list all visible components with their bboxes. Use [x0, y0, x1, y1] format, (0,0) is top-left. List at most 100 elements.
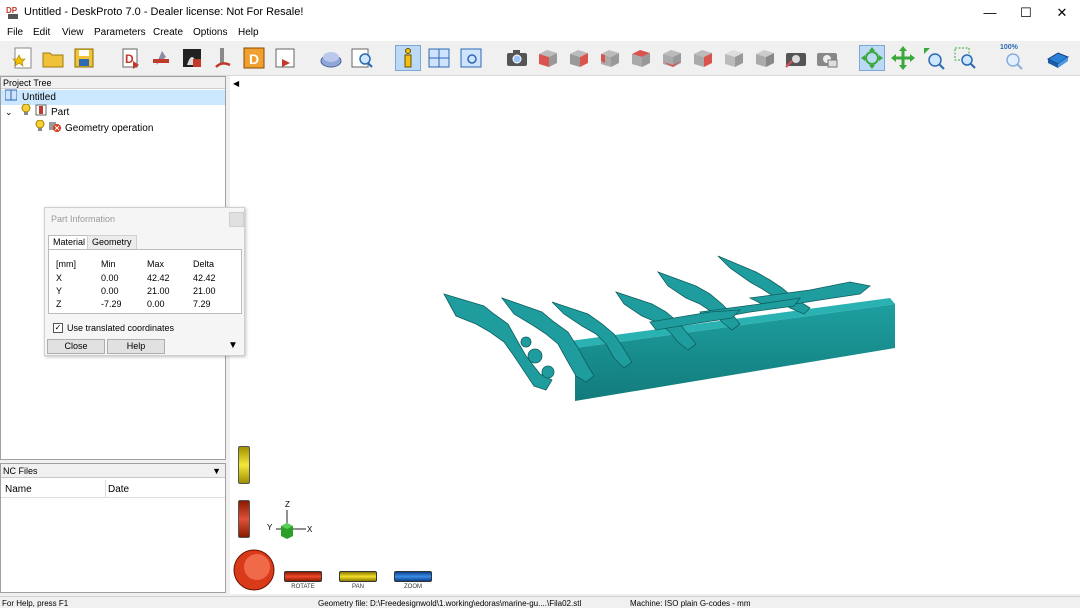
save-project-button[interactable] [71, 45, 97, 71]
preview-button[interactable] [349, 45, 375, 71]
layout-button[interactable] [426, 45, 452, 71]
lightbulb-icon[interactable] [35, 119, 45, 137]
column-divider[interactable] [105, 480, 106, 498]
tree-item-part[interactable]: ⌄ Part [5, 103, 70, 121]
camera-icon [507, 50, 527, 66]
zoom-window-button[interactable] [952, 45, 978, 71]
pan-mode-label: PAN [352, 584, 364, 590]
tab-material[interactable]: Material [48, 235, 91, 250]
tilt-slider-vertical[interactable] [238, 500, 250, 538]
view-back-button[interactable] [597, 45, 623, 71]
geometry-icon [183, 49, 201, 67]
row-y-max: 21.00 [147, 286, 170, 296]
reset-view-button[interactable] [783, 45, 809, 71]
magnifier-icon [351, 48, 373, 68]
translated-coordinates-label: Use translated coordinates [67, 323, 175, 333]
zoom-mode-label: ZOOM [404, 584, 422, 590]
view-bottom-button[interactable] [690, 45, 716, 71]
tree-part-label: Part [51, 107, 70, 118]
menu-options[interactable]: Options [193, 27, 227, 38]
header-delta: Delta [193, 259, 215, 269]
tab-geometry[interactable]: Geometry [87, 235, 137, 249]
simulate-button[interactable] [318, 45, 344, 71]
dropdown-arrow-icon[interactable]: ▼ [212, 464, 221, 478]
3d-viewport[interactable]: ◀ Z Y X [230, 76, 1080, 594]
menu-parameters[interactable]: Parameters [94, 27, 146, 38]
view-top-button[interactable] [659, 45, 685, 71]
column-date[interactable]: Date [108, 484, 129, 495]
axis-indicator: Z Y X [266, 500, 316, 544]
drawing-icon: D [243, 47, 265, 69]
app-icon-label: DP [6, 6, 18, 15]
row-z-max: 0.00 [147, 299, 165, 309]
app-icon[interactable]: DP [6, 4, 20, 20]
pan-button[interactable] [890, 45, 916, 71]
menu-file[interactable]: File [7, 27, 23, 38]
close-window-button[interactable]: ✕ [1044, 0, 1080, 25]
view-right-button[interactable] [566, 45, 592, 71]
row-z-delta: 7.29 [193, 299, 211, 309]
maximize-button[interactable]: ☐ [1008, 0, 1044, 25]
open-project-button[interactable] [40, 45, 66, 71]
row-x-delta: 42.42 [193, 273, 216, 283]
lightbulb-icon[interactable] [21, 103, 31, 121]
geometry-settings-button[interactable] [179, 45, 205, 71]
minimize-button[interactable]: — [972, 0, 1008, 25]
save-toolpath-button[interactable] [272, 45, 298, 71]
camera-button[interactable] [504, 45, 530, 71]
menu-help[interactable]: Help [238, 27, 259, 38]
title-bar: DP Untitled - DeskProto 7.0 - Dealer lic… [0, 0, 1080, 25]
view-iso-button[interactable] [721, 45, 747, 71]
import-geometry-button[interactable]: D [117, 45, 143, 71]
close-button[interactable]: Close [47, 339, 105, 354]
help-button[interactable]: Help [107, 339, 165, 354]
new-project-button[interactable] [10, 45, 36, 71]
operation-parameters-button[interactable] [210, 45, 236, 71]
part-parameters-button[interactable] [148, 45, 174, 71]
zoom-in-button[interactable] [921, 45, 947, 71]
tree-item-root[interactable]: Untitled [1, 89, 225, 105]
menu-view[interactable]: View [62, 27, 84, 38]
book-help-icon [1046, 52, 1070, 68]
rotate-button[interactable] [859, 45, 885, 71]
view-left-button[interactable] [628, 45, 654, 71]
row-x-max: 42.42 [147, 273, 170, 283]
rotate-icon [861, 47, 883, 69]
svg-text:D: D [125, 52, 134, 66]
row-y-delta: 21.00 [193, 286, 216, 296]
dialog-close-icon[interactable] [229, 212, 244, 227]
pan-mode-button[interactable] [339, 571, 377, 582]
model-render [443, 255, 895, 401]
rotate-mode-button[interactable] [284, 571, 322, 582]
about-button[interactable] [1045, 45, 1071, 71]
view-settings-button[interactable] [458, 45, 484, 71]
dialog-title: Part Information [51, 214, 116, 224]
window-title: Untitled - DeskProto 7.0 - Dealer licens… [24, 6, 304, 18]
toolbar: D D 100% [0, 41, 1080, 76]
zoom-100-button[interactable]: 100% [999, 44, 1025, 71]
info-icon [404, 48, 412, 68]
part-information-button[interactable] [395, 45, 421, 71]
column-name[interactable]: Name [5, 484, 32, 495]
print-view-button[interactable] [814, 45, 840, 71]
drawing-button[interactable]: D [241, 45, 267, 71]
menu-edit[interactable]: Edit [33, 27, 50, 38]
cube-bottom-icon [694, 50, 712, 67]
rotate-dial[interactable] [233, 549, 275, 591]
view-front-button[interactable] [535, 45, 561, 71]
tree-item-operation[interactable]: Geometry operation [35, 119, 153, 137]
translated-coordinates-checkbox[interactable]: ✓ [53, 323, 63, 333]
row-x-min: 0.00 [101, 273, 119, 283]
view-iso-gray-button[interactable] [752, 45, 778, 71]
zoom-window-icon [954, 47, 976, 69]
expand-arrow-icon[interactable]: ▼ [228, 340, 238, 351]
layout-icon [428, 48, 450, 68]
axis-y-label: Y [267, 523, 273, 532]
menu-bar: File Edit View Parameters Create Options… [0, 25, 1080, 41]
zoom-slider-vertical[interactable] [238, 446, 250, 484]
pan-arrows-icon [891, 46, 915, 70]
cube-top-icon [663, 50, 681, 67]
menu-create[interactable]: Create [153, 27, 183, 38]
collapse-chevron-icon[interactable]: ⌄ [5, 105, 15, 120]
zoom-mode-button[interactable] [394, 571, 432, 582]
